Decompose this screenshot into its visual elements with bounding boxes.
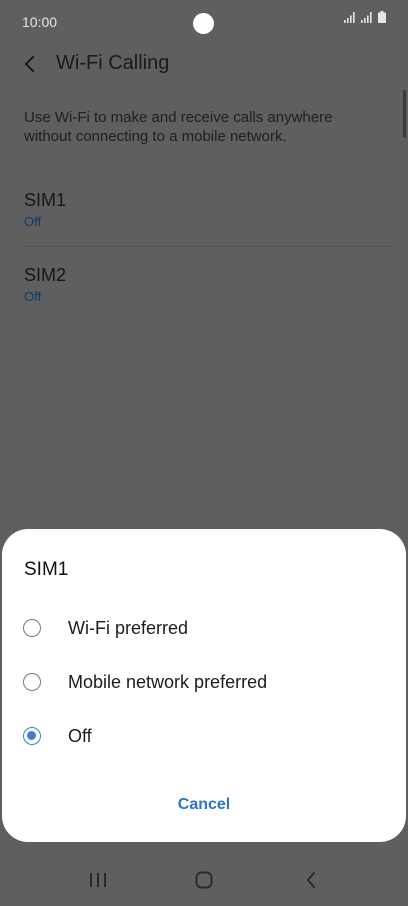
- sim2-status: Off: [24, 289, 42, 304]
- page-title: Wi-Fi Calling: [56, 52, 170, 74]
- sim1-title: SIM1: [24, 190, 67, 210]
- option-label: Mobile network preferred: [68, 671, 268, 692]
- sim1-dialog: SIM1 Wi-Fi preferred Mobile network pref…: [2, 529, 406, 842]
- nav-back-button[interactable]: [296, 870, 326, 894]
- option-off[interactable]: Off: [2, 714, 406, 758]
- recent-apps-icon: [89, 872, 107, 893]
- back-arrow-icon: [23, 55, 37, 77]
- back-icon: [305, 871, 317, 894]
- radio-unchecked-icon[interactable]: [23, 673, 41, 691]
- sim1-setting-row[interactable]: SIM1 Off: [0, 190, 408, 260]
- screen: 10:00 Wi-Fi Calling Use Wi-Fi to make an…: [0, 0, 408, 906]
- description-text: Use Wi-Fi to make and receive calls anyw…: [24, 109, 333, 145]
- option-label: Off: [68, 725, 92, 746]
- back-button[interactable]: [16, 52, 44, 80]
- signal-sim2-icon: [361, 10, 372, 28]
- radio-unchecked-icon[interactable]: [23, 619, 41, 637]
- status-bar: 10:00: [0, 0, 408, 46]
- radio-checked-icon[interactable]: [23, 727, 41, 745]
- navigation-bar: [0, 856, 408, 906]
- app-bar: Wi-Fi Calling: [0, 46, 408, 86]
- scrollbar[interactable]: [403, 90, 406, 138]
- cancel-button[interactable]: Cancel: [154, 789, 254, 821]
- status-time: 10:00: [22, 14, 58, 30]
- sim1-status: Off: [24, 214, 42, 229]
- sim2-setting-row[interactable]: SIM2 Off: [0, 265, 408, 335]
- status-icons: [344, 11, 386, 28]
- dialog-title: SIM1: [24, 559, 69, 580]
- signal-sim1-icon: [344, 10, 355, 28]
- battery-icon: [378, 10, 386, 28]
- option-mobile-network-preferred[interactable]: Mobile network preferred: [2, 660, 406, 704]
- option-label: Wi-Fi preferred: [68, 617, 189, 638]
- recent-apps-button[interactable]: [83, 870, 113, 894]
- option-wifi-preferred[interactable]: Wi-Fi preferred: [2, 606, 406, 650]
- home-icon: [195, 871, 213, 894]
- home-button[interactable]: [189, 870, 219, 894]
- front-camera-cutout: [193, 13, 214, 34]
- divider: [24, 246, 392, 247]
- sim2-title: SIM2: [24, 265, 67, 285]
